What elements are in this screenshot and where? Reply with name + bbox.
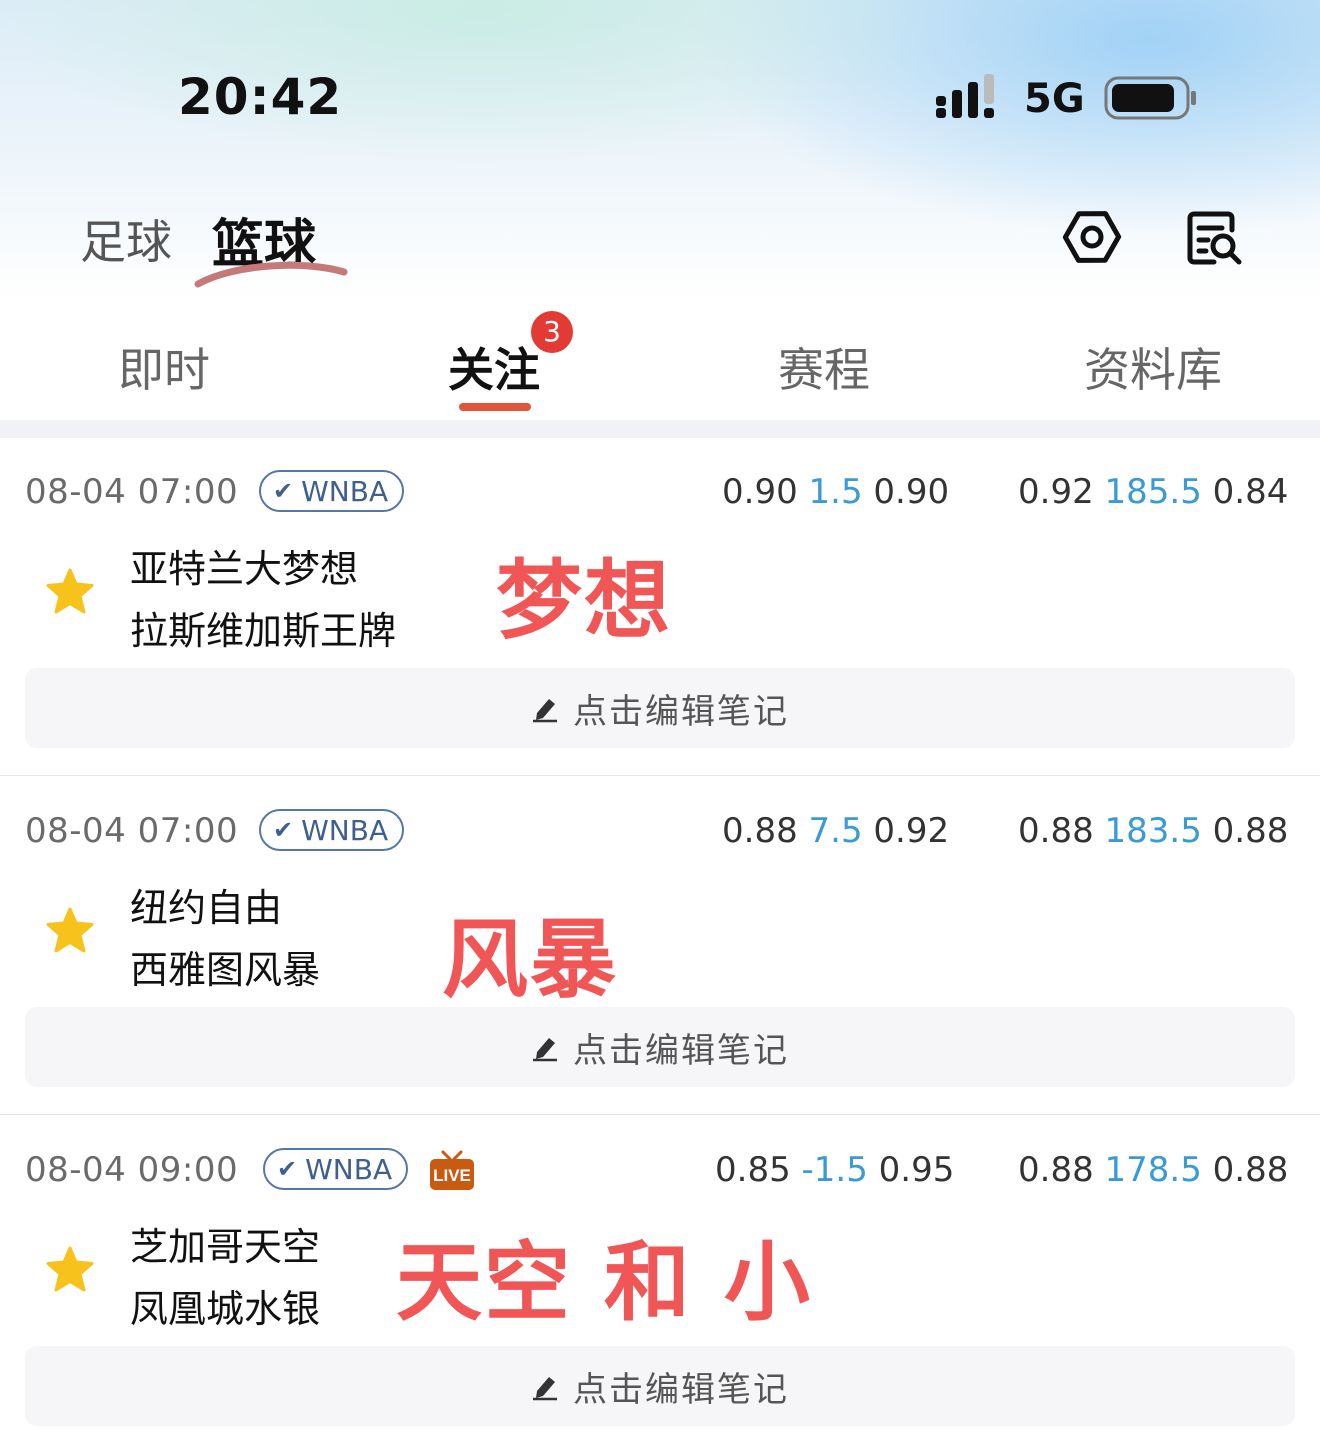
league-tag[interactable]: ✔ WNBA — [259, 470, 405, 512]
home-team: 纽约自由 — [130, 886, 283, 930]
total-line: 185.5 — [1104, 472, 1202, 512]
handicap-away-odds: 0.92 — [873, 811, 950, 851]
row-separator — [0, 1114, 1320, 1115]
edit-note-button[interactable]: 点击编辑笔记 — [25, 668, 1295, 748]
tab-database[interactable]: 资料库 — [1084, 334, 1222, 400]
active-subtab-indicator — [459, 403, 531, 411]
total-odds[interactable]: 0.92 185.5 0.84 — [1018, 472, 1288, 512]
live-label: LIVE — [433, 1166, 471, 1185]
row-separator — [0, 775, 1320, 776]
total-over-odds: 0.88 — [1018, 1150, 1094, 1190]
status-time: 20:42 — [178, 68, 343, 126]
tab-football[interactable]: 足球 — [80, 206, 172, 272]
settings-icon[interactable] — [1061, 206, 1123, 268]
pencil-icon — [533, 1038, 557, 1062]
total-odds[interactable]: 0.88 178.5 0.88 — [1018, 1150, 1288, 1190]
search-list-icon[interactable] — [1184, 206, 1246, 268]
league-name: WNBA — [301, 813, 389, 847]
network-label: 5G — [1024, 76, 1085, 122]
total-under-odds: 0.88 — [1212, 1150, 1289, 1190]
handicap-home-odds: 0.85 — [715, 1150, 791, 1190]
total-odds[interactable]: 0.88 183.5 0.88 — [1018, 811, 1288, 851]
edit-note-button[interactable]: 点击编辑笔记 — [25, 1007, 1295, 1087]
away-team: 西雅图风暴 — [130, 948, 321, 992]
handicap-odds[interactable]: 0.88 7.5 0.92 — [722, 811, 949, 851]
away-team: 凤凰城水银 — [130, 1287, 321, 1331]
match-card[interactable]: 08-04 07:00 ✔ WNBA 0.90 1.5 0.90 0.92 18… — [0, 438, 1320, 776]
tab-schedule[interactable]: 赛程 — [778, 334, 870, 400]
handicap-home-odds: 0.88 — [722, 811, 798, 851]
handicap-odds[interactable]: 0.90 1.5 0.90 — [722, 472, 949, 512]
total-line: 178.5 — [1104, 1150, 1202, 1190]
pencil-icon — [533, 699, 557, 723]
home-team: 亚特兰大梦想 — [130, 547, 359, 591]
handicap-line: 1.5 — [808, 472, 863, 512]
total-line: 183.5 — [1104, 811, 1202, 851]
match-card[interactable]: 08-04 07:00 ✔ WNBA 0.88 7.5 0.92 0.88 18… — [0, 777, 1320, 1115]
edit-note-label: 点击编辑笔记 — [573, 1369, 789, 1410]
edit-note-label: 点击编辑笔记 — [573, 1030, 789, 1071]
check-icon: ✔ — [277, 1155, 298, 1183]
annotation-text: 天空 和 小 — [396, 1233, 812, 1333]
tab-live[interactable]: 即时 — [118, 334, 210, 400]
handicap-line: -1.5 — [801, 1150, 868, 1190]
match-time: 08-04 07:00 — [25, 811, 239, 851]
match-time: 08-04 09:00 — [25, 1150, 239, 1190]
league-name: WNBA — [301, 474, 389, 508]
league-name: WNBA — [305, 1152, 393, 1186]
league-tag[interactable]: ✔ WNBA — [259, 809, 405, 851]
match-card[interactable]: 08-04 09:00 ✔ WNBA LIVE 0.85 -1.5 0.95 0… — [0, 1116, 1320, 1454]
handicap-away-odds: 0.95 — [878, 1150, 955, 1190]
section-divider — [0, 420, 1320, 438]
handicap-odds[interactable]: 0.85 -1.5 0.95 — [715, 1150, 954, 1190]
total-under-odds: 0.88 — [1212, 811, 1289, 851]
following-count-badge: 3 — [531, 311, 573, 353]
sub-tab-bar: 即时 关注 3 赛程 资料库 — [0, 300, 1320, 420]
signal-icon — [936, 74, 994, 118]
annotation-text: 风暴 — [442, 910, 618, 1010]
edit-note-button[interactable]: 点击编辑笔记 — [25, 1346, 1295, 1426]
edit-note-label: 点击编辑笔记 — [573, 691, 789, 732]
match-time: 08-04 07:00 — [25, 472, 239, 512]
total-over-odds: 0.92 — [1018, 472, 1094, 512]
away-team: 拉斯维加斯王牌 — [130, 609, 397, 653]
handicap-away-odds: 0.90 — [873, 472, 950, 512]
check-icon: ✔ — [273, 816, 294, 844]
star-icon[interactable] — [46, 1246, 94, 1292]
total-over-odds: 0.88 — [1018, 811, 1094, 851]
handicap-line: 7.5 — [808, 811, 863, 851]
star-icon[interactable] — [46, 568, 94, 614]
handicap-home-odds: 0.90 — [722, 472, 798, 512]
battery-icon — [1104, 76, 1196, 120]
annotation-text: 梦想 — [496, 551, 672, 651]
star-icon[interactable] — [46, 907, 94, 953]
total-under-odds: 0.84 — [1212, 472, 1289, 512]
league-tag[interactable]: ✔ WNBA — [263, 1148, 409, 1190]
check-icon: ✔ — [273, 477, 294, 505]
live-tv-icon: LIVE — [430, 1150, 474, 1190]
tab-following[interactable]: 关注 — [448, 334, 540, 400]
active-tab-brush-underline — [194, 261, 348, 288]
pencil-icon — [533, 1377, 557, 1401]
home-team: 芝加哥天空 — [130, 1225, 321, 1269]
